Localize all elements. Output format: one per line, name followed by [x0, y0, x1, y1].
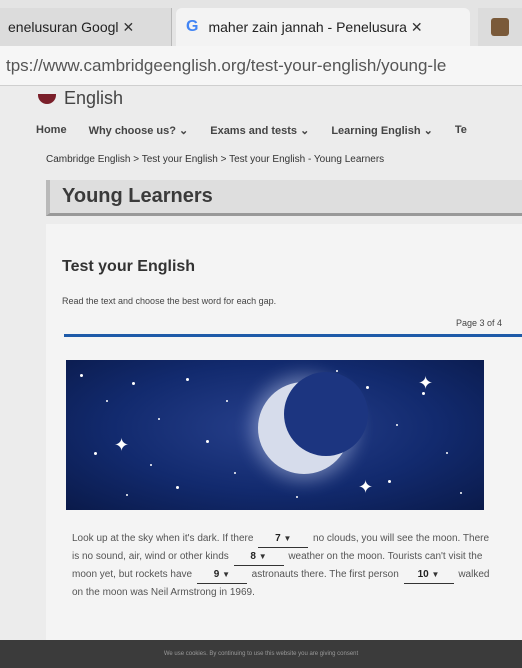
nav-item-home[interactable]: Home — [36, 124, 67, 136]
cookie-banner: We use cookies. By continuing to use thi… — [0, 640, 522, 668]
caret-down-icon: ▼ — [258, 552, 267, 561]
nav-item-why-choose-us[interactable]: Why choose us? ⌄ — [89, 124, 189, 137]
main-nav: Home Why choose us? ⌄ Exams and tests ⌄ … — [0, 116, 522, 144]
gap-10-dropdown[interactable]: 10 ▼ — [403, 566, 454, 584]
address-bar[interactable]: tps://www.cambridgeenglish.org/test-your… — [0, 46, 522, 86]
caret-down-icon: ▼ — [431, 570, 440, 579]
browser-tab-google-search[interactable]: enelusuran Googl ✕ — [0, 8, 172, 46]
logo-text: English — [64, 88, 124, 108]
nav-item-learning-english[interactable]: Learning English ⌄ — [331, 124, 433, 137]
caret-down-icon: ▼ — [283, 534, 292, 543]
test-instruction: Read the text and choose the best word f… — [62, 296, 277, 306]
browser-tab-extension[interactable] — [478, 8, 522, 46]
star-icon: ✦ — [358, 477, 374, 497]
night-sky-image: ✦ ✦ ✦ — [66, 360, 484, 510]
browser-tab-maher-zain[interactable]: G maher zain jannah - Penelusura ✕ — [176, 8, 470, 46]
google-icon: G — [186, 18, 199, 35]
cambridge-logo[interactable]: English — [38, 88, 123, 109]
gap-9-dropdown[interactable]: 9 ▼ — [196, 566, 247, 584]
page-title-bar: Young Learners — [46, 180, 522, 216]
web-page: English Home Why choose us? ⌄ Exams and … — [0, 86, 522, 668]
tab-title: enelusuran Googl — [8, 19, 119, 35]
browser-tab-bar: enelusuran Googl ✕ G maher zain jannah -… — [0, 0, 522, 46]
test-card: Test your English Read the text and choo… — [46, 224, 522, 644]
shield-icon — [38, 94, 56, 104]
tab-title: maher zain jannah - Penelusura — [208, 19, 407, 35]
cookie-text: We use cookies. By continuing to use thi… — [163, 651, 359, 657]
page-indicator: Page 3 of 4 — [455, 318, 502, 328]
breadcrumb[interactable]: Cambridge English > Test your English > … — [46, 154, 384, 165]
extension-icon — [491, 18, 509, 36]
test-passage: Look up at the sky when it's dark. If th… — [72, 530, 492, 601]
divider — [64, 334, 522, 337]
gap-7-dropdown[interactable]: 7 ▼ — [258, 530, 309, 548]
caret-down-icon: ▼ — [222, 570, 230, 579]
page-title: Young Learners — [62, 185, 213, 207]
nav-item-exams-and-tests[interactable]: Exams and tests ⌄ — [210, 124, 309, 137]
close-tab-icon[interactable]: ✕ — [123, 19, 135, 36]
close-tab-icon[interactable]: ✕ — [411, 19, 423, 36]
test-heading: Test your English — [62, 258, 196, 275]
url-text: tps://www.cambridgeenglish.org/test-your… — [6, 55, 447, 75]
star-icon: ✦ — [114, 435, 130, 455]
nav-item-truncated[interactable]: Te — [455, 124, 467, 136]
moon-shadow — [284, 372, 368, 456]
gap-8-dropdown[interactable]: 8 ▼ — [233, 548, 284, 566]
star-icon: ✦ — [418, 373, 434, 393]
